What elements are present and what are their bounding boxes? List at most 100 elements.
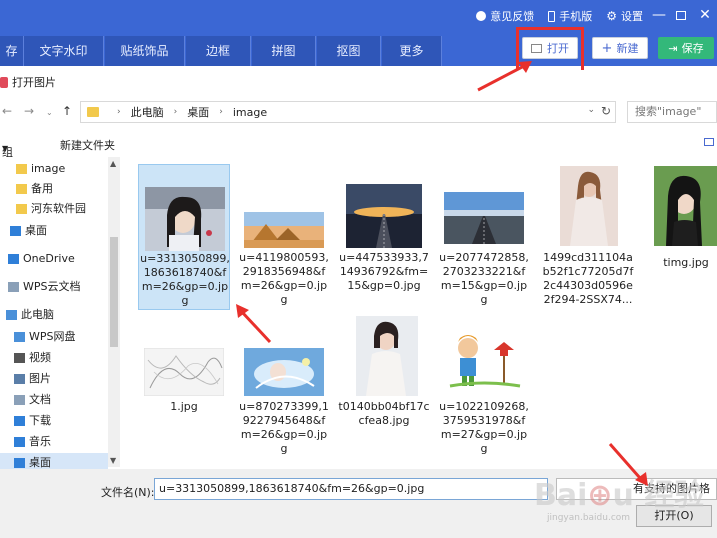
folder-icon — [16, 164, 27, 174]
cloud-icon — [8, 254, 19, 264]
close-button[interactable]: ✕ — [696, 6, 714, 24]
navigation-scrollbar[interactable]: ▲ ▼ — [108, 157, 120, 467]
desktop-icon — [14, 458, 25, 468]
nav-item-label: 音乐 — [29, 435, 51, 448]
feedback-link[interactable]: 意见反馈 — [476, 8, 534, 24]
file-item[interactable]: u=870273399,19227945648&fm=26&gp=0.jpg — [238, 320, 330, 460]
file-name: u=4119800593,2918356948&fm=26&gp=0.jpg — [239, 251, 329, 306]
tab-more[interactable]: 更多 — [382, 36, 442, 66]
music-icon — [14, 437, 25, 447]
nav-item-label: image — [31, 162, 66, 175]
app-title-bar: 意见反馈 手机版 ⚙ 设置 — ✕ — [0, 0, 717, 32]
save-button[interactable]: ⇥ 保存 — [658, 37, 714, 59]
file-name: u=3313050899,1863618740&fm=26&gp=0.jpg — [140, 252, 230, 307]
maximize-icon — [676, 10, 686, 20]
dropdown-triangle-icon: ▼ — [2, 144, 9, 153]
back-arrow-icon[interactable]: ← — [2, 104, 12, 118]
feedback-icon — [476, 11, 487, 21]
maximize-button[interactable] — [672, 6, 690, 24]
nav-item[interactable]: 备用 — [0, 179, 108, 199]
scroll-down-icon[interactable]: ▼ — [110, 456, 116, 465]
file-item[interactable]: u=447533933,714936792&fm=15&gp=0.jpg — [338, 164, 430, 310]
file-thumbnail — [346, 184, 422, 248]
mobile-link[interactable]: 手机版 — [548, 8, 592, 24]
recent-dropdown-icon[interactable]: ⌄ — [46, 108, 53, 117]
nav-item[interactable]: 文档 — [0, 390, 108, 410]
file-thumbnail — [444, 192, 524, 244]
forward-arrow-icon[interactable]: → — [24, 104, 34, 118]
nav-item[interactable]: image — [0, 159, 108, 179]
breadcrumb-item[interactable]: 此电脑 — [131, 104, 164, 120]
document-icon — [14, 395, 25, 405]
file-name: timg.jpg — [663, 256, 709, 269]
nav-item[interactable]: WPS网盘 — [0, 327, 108, 347]
file-item[interactable]: u=3313050899,1863618740&fm=26&gp=0.jpg — [138, 164, 230, 310]
address-bar[interactable]: › 此电脑 › 桌面 › image ⌄ ↻ — [80, 101, 616, 123]
navigation-pane: image 备用河东软件园桌面 OneDrive WPS云文档此电脑 WPS网盘视频图片… — [0, 157, 108, 473]
nav-item[interactable]: 下载 — [0, 411, 108, 431]
file-thumbnail — [244, 348, 324, 396]
file-item[interactable]: u=2077472858,2703233221&fm=15&gp=0.jpg — [438, 164, 530, 310]
file-thumbnail — [145, 187, 225, 251]
file-name: u=447533933,714936792&fm=15&gp=0.jpg — [339, 251, 429, 292]
tab-border[interactable]: 边框 — [186, 36, 251, 66]
up-arrow-icon[interactable]: ↑ — [62, 104, 72, 118]
nav-item[interactable]: 视频 — [0, 348, 108, 368]
computer-icon — [6, 310, 17, 320]
nav-item[interactable]: 图片 — [0, 369, 108, 389]
file-thumbnail — [144, 348, 224, 396]
new-button[interactable]: + 新建 — [592, 37, 648, 59]
file-item[interactable]: t0140bb04bf17ccfea8.jpg — [338, 316, 430, 460]
tab-collage[interactable]: 拼图 — [252, 36, 316, 66]
folder-icon — [16, 204, 27, 214]
file-thumbnail — [654, 166, 717, 246]
chevron-down-icon[interactable]: ⌄ — [587, 105, 595, 115]
file-item[interactable]: 1.jpg — [138, 320, 230, 460]
save-icon: ⇥ — [668, 41, 678, 55]
nav-item-label: 桌面 — [25, 224, 47, 237]
filename-input[interactable]: u=3313050899,1863618740&fm=26&gp=0.jpg — [154, 478, 548, 500]
watermark-logo: Bai⊕u 经验 — [534, 478, 705, 513]
breadcrumb-item[interactable]: image — [233, 106, 267, 119]
file-name: u=2077472858,2703233221&fm=15&gp=0.jpg — [439, 251, 529, 306]
file-name: 1499cd311104ab52f1c77205d7f2c44303d0596e… — [542, 251, 634, 306]
tab-stickers[interactable]: 贴纸饰品 — [105, 36, 185, 66]
filename-label: 文件名(N): — [101, 486, 155, 499]
nav-item-label: 备用 — [31, 182, 53, 195]
nav-item-label: WPS网盘 — [29, 330, 76, 343]
nav-item[interactable]: WPS云文档 — [0, 277, 108, 297]
minimize-icon: — — [652, 7, 666, 23]
close-icon: ✕ — [699, 7, 711, 23]
picture-icon — [14, 374, 25, 384]
nav-item[interactable]: 河东软件园 — [0, 199, 108, 219]
file-item[interactable]: u=4119800593,2918356948&fm=26&gp=0.jpg — [238, 164, 330, 310]
settings-link[interactable]: ⚙ 设置 — [606, 8, 643, 24]
search-input[interactable]: 搜索"image" — [627, 101, 717, 123]
nav-item[interactable]: 此电脑 — [0, 305, 108, 325]
breadcrumb-separator-icon: › — [219, 107, 223, 117]
tab-text-watermark[interactable]: 文字水印 — [24, 36, 104, 66]
scrollbar-thumb[interactable] — [110, 237, 118, 347]
new-folder-button[interactable]: 新建文件夹 — [60, 137, 115, 153]
nav-item[interactable]: 桌面 — [0, 221, 108, 241]
breadcrumb-item[interactable]: 桌面 — [187, 104, 209, 120]
file-item[interactable]: u=1022109268,3759531978&fm=27&gp=0.jpg — [438, 320, 530, 460]
file-item[interactable]: 1499cd311104ab52f1c77205d7f2c44303d0596e… — [542, 164, 634, 310]
feedback-label: 意见反馈 — [490, 10, 535, 23]
nav-item[interactable]: 音乐 — [0, 432, 108, 452]
tab-0[interactable]: 存 — [0, 36, 24, 66]
tab-cutout[interactable]: 抠图 — [317, 36, 381, 66]
file-item[interactable]: timg.jpg — [640, 164, 717, 310]
minimize-button[interactable]: — — [650, 6, 668, 24]
nav-item-label: 图片 — [29, 372, 51, 385]
nav-item-label: 视频 — [29, 351, 51, 364]
refresh-icon[interactable]: ↻ — [601, 104, 611, 118]
nav-item-label: 文档 — [29, 393, 51, 406]
view-toggle-icon[interactable] — [704, 138, 714, 146]
nav-item[interactable]: OneDrive — [0, 249, 108, 269]
folder-icon — [16, 184, 27, 194]
folder-icon — [87, 107, 99, 117]
dialog-title: 打开图片 — [12, 76, 56, 89]
scroll-up-icon[interactable]: ▲ — [110, 159, 116, 168]
nav-item-label: WPS云文档 — [23, 280, 81, 293]
